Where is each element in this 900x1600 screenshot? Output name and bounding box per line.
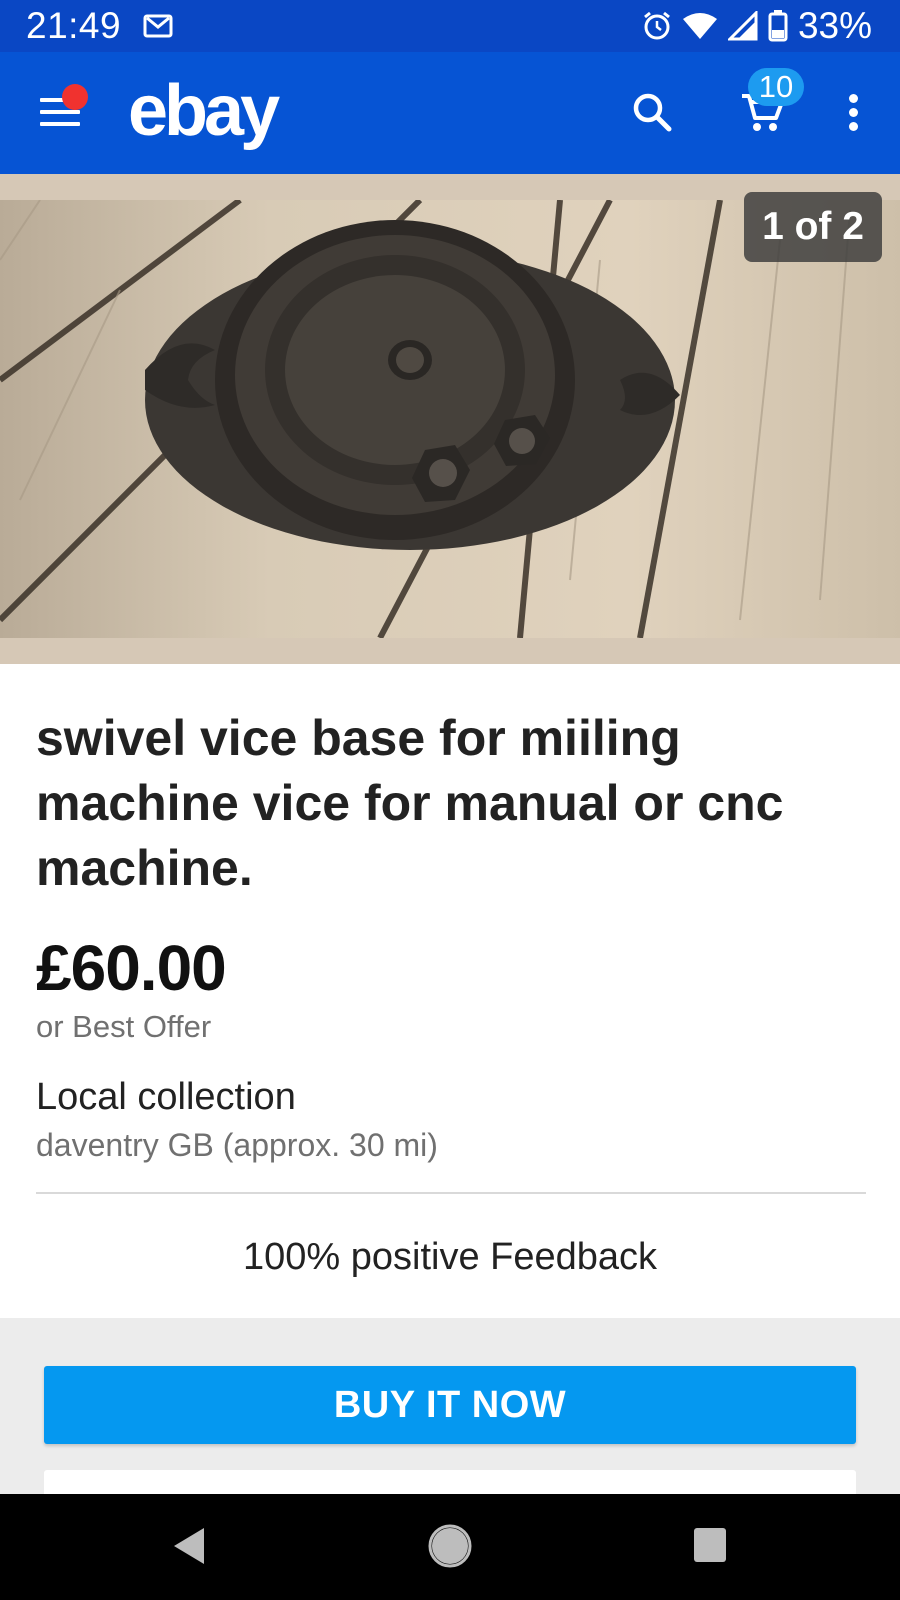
alarm-icon bbox=[644, 11, 670, 40]
item-location: daventry GB (approx. 30 mi) bbox=[36, 1127, 438, 1163]
search-button[interactable] bbox=[628, 88, 678, 138]
menu-icon-line bbox=[40, 122, 80, 126]
status-time: 21:49 bbox=[26, 5, 122, 46]
mail-icon bbox=[143, 14, 173, 38]
best-offer-label: or Best Offer bbox=[36, 1009, 212, 1044]
wifi-icon bbox=[682, 13, 717, 39]
price: £60.00 bbox=[36, 932, 227, 1004]
more-options-button[interactable] bbox=[836, 88, 872, 138]
product-image[interactable] bbox=[0, 200, 900, 638]
status-bar: 21:49 33% bbox=[0, 0, 900, 52]
action-area: BUY IT NOW bbox=[0, 1318, 900, 1500]
more-icon-dot bbox=[849, 122, 858, 131]
notification-dot bbox=[62, 84, 88, 110]
buy-it-now-button[interactable]: BUY IT NOW bbox=[44, 1366, 856, 1444]
listing-title: swivel vice base for miiling machine vic… bbox=[36, 710, 784, 896]
signal-icon bbox=[727, 11, 758, 41]
listing-details: swivel vice base for miiling machine vic… bbox=[0, 664, 900, 1318]
status-right: 33% bbox=[642, 5, 872, 47]
recents-icon[interactable] bbox=[692, 1526, 728, 1564]
app-bar: ebay 10 bbox=[0, 52, 900, 174]
image-counter: 1 of 2 bbox=[744, 192, 882, 262]
more-icon-dot bbox=[849, 108, 858, 117]
ebay-logo[interactable]: ebay bbox=[128, 70, 280, 152]
status-left: 21:49 bbox=[26, 5, 173, 47]
divider bbox=[36, 1192, 866, 1194]
system-nav-bar bbox=[0, 1494, 900, 1600]
more-icon bbox=[849, 94, 858, 103]
search-icon bbox=[633, 93, 672, 132]
back-icon[interactable] bbox=[168, 1524, 210, 1568]
battery-icon bbox=[768, 10, 788, 42]
menu-icon-line bbox=[40, 110, 80, 114]
menu-button[interactable] bbox=[38, 84, 88, 132]
cart-count-badge: 10 bbox=[748, 68, 804, 106]
home-icon[interactable] bbox=[428, 1524, 472, 1568]
battery-percentage: 33% bbox=[797, 5, 872, 46]
seller-feedback[interactable]: 100% positive Feedback bbox=[0, 1236, 900, 1279]
image-gallery[interactable]: 1 of 2 bbox=[0, 174, 900, 664]
shipping-method: Local collection bbox=[36, 1076, 296, 1118]
